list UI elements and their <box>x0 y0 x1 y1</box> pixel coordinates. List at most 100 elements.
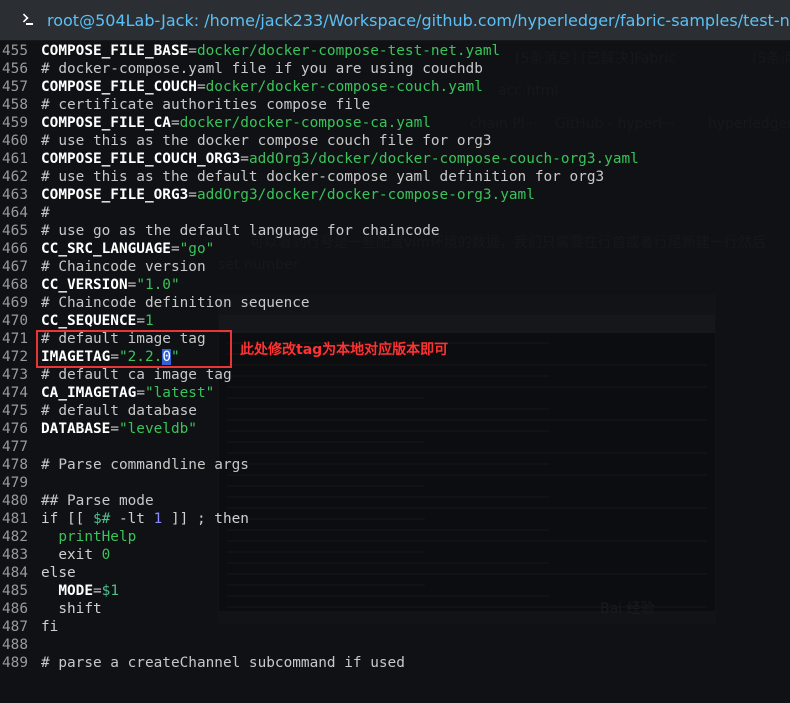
code-line[interactable]: 456 # docker-compose.yaml file if you are… <box>0 60 483 78</box>
code-line[interactable]: 481 if [[ $# -lt 1 ]] ; then <box>0 510 249 528</box>
line-number: 482 <box>2 529 28 545</box>
line-number: 480 <box>2 493 28 509</box>
code-token: = <box>110 421 119 437</box>
code-token: = <box>92 583 102 599</box>
code-token: printHelp <box>41 529 137 545</box>
code-token: # use this as the docker compose couch f… <box>41 133 492 149</box>
code-line[interactable]: 467 # Chaincode version <box>0 258 206 276</box>
code-token: fi <box>41 619 59 635</box>
code-token: $# <box>92 511 111 527</box>
code-token: COMPOSE_FILE_ORG3 <box>41 187 189 203</box>
code-line[interactable]: 482 printHelp <box>0 528 136 546</box>
code-token: "leveldb" <box>118 421 197 437</box>
code-line[interactable]: 485 MODE=$1 <box>0 582 119 600</box>
code-token: COMPOSE_FILE_COUCH_ORG3 <box>41 151 241 167</box>
code-line[interactable]: 483 exit 0 <box>0 546 110 564</box>
code-line[interactable]: 470 CC_SEQUENCE=1 <box>0 312 154 330</box>
code-token: # use go as the default language for cha… <box>41 223 440 239</box>
code-line[interactable]: 464 # <box>0 204 50 222</box>
code-line[interactable]: 477 <box>0 438 41 456</box>
line-number: 483 <box>2 547 28 563</box>
code-token: DATABASE <box>41 421 111 437</box>
code-token: if [[ <box>41 511 93 527</box>
code-token: CA_IMAGETAG <box>41 385 137 401</box>
code-token: CC_VERSION <box>41 277 128 293</box>
line-number: 467 <box>2 259 28 275</box>
line-number: 471 <box>2 331 28 347</box>
code-line[interactable]: 457 COMPOSE_FILE_COUCH=docker/docker-comp… <box>0 78 483 96</box>
code-line[interactable]: 459 COMPOSE_FILE_CA=docker/docker-compose… <box>0 114 431 132</box>
line-number: 481 <box>2 511 28 527</box>
code-token: = <box>188 187 197 203</box>
code-token: # default database <box>41 403 197 419</box>
code-token: ]] ; then <box>162 511 249 527</box>
line-number: 468 <box>2 277 28 293</box>
code-line[interactable]: 474 CA_IMAGETAG="latest" <box>0 384 214 402</box>
code-token: CC_SRC_LANGUAGE <box>41 241 171 257</box>
code-token: 1 <box>144 313 154 329</box>
line-number: 484 <box>2 565 28 581</box>
code-token: exit <box>41 547 102 563</box>
code-line[interactable]: 473 # default ca image tag <box>0 366 232 384</box>
line-number: 489 <box>2 655 28 671</box>
line-number: 487 <box>2 619 28 635</box>
code-line[interactable]: 489 # parse a createChannel subcommand if… <box>0 654 405 672</box>
editor-area[interactable]: 455 COMPOSE_FILE_BASE=docker/docker-compo… <box>0 40 790 703</box>
code-line[interactable]: 466 CC_SRC_LANGUAGE="go" <box>0 240 214 258</box>
code-token: = <box>136 313 145 329</box>
line-number: 475 <box>2 403 28 419</box>
code-token: = <box>188 43 197 59</box>
code-line[interactable]: 484 else <box>0 564 76 582</box>
code-token: "go" <box>179 241 215 257</box>
line-number: 464 <box>2 205 28 221</box>
code-line[interactable]: 468 CC_VERSION="1.0" <box>0 276 180 294</box>
code-line[interactable]: 458 # certificate authorities compose fil… <box>0 96 370 114</box>
code-line[interactable]: 455 COMPOSE_FILE_BASE=docker/docker-compo… <box>0 42 500 60</box>
line-number: 469 <box>2 295 28 311</box>
line-number: 461 <box>2 151 28 167</box>
code-line[interactable]: 475 # default database <box>0 402 197 420</box>
code-line[interactable]: 465 # use go as the default language for … <box>0 222 440 240</box>
code-token: = <box>170 241 180 257</box>
line-number: 465 <box>2 223 28 239</box>
code-token: "1.0" <box>136 277 180 293</box>
code-line[interactable]: 461 COMPOSE_FILE_COUCH_ORG3=addOrg3/docke… <box>0 150 639 168</box>
code-line[interactable]: 460 # use this as the docker compose couc… <box>0 132 492 150</box>
code-line[interactable]: 480 ## Parse mode <box>0 492 154 510</box>
code-line[interactable]: 462 # use this as the default docker-comp… <box>0 168 604 186</box>
code-token: shift <box>41 601 102 617</box>
code-token: docker/docker-compose-ca.yaml <box>179 115 431 131</box>
code-line[interactable]: 486 shift <box>0 600 102 618</box>
code-line[interactable]: 487 fi <box>0 618 58 636</box>
line-number: 455 <box>2 43 28 59</box>
code-token: # parse a createChannel subcommand if us… <box>41 655 405 671</box>
code-token: COMPOSE_FILE_CA <box>41 115 171 131</box>
code-token: = <box>170 115 180 131</box>
line-number: 473 <box>2 367 28 383</box>
code-line[interactable]: 478 # Parse commandline args <box>0 456 249 474</box>
annotation-highlight-box <box>36 330 232 368</box>
window-title: root@504Lab-Jack: /home/jack233/Workspac… <box>47 10 790 30</box>
code-token: MODE <box>41 583 93 599</box>
code-token: # certificate authorities compose file <box>41 97 371 113</box>
code-line[interactable]: 479 <box>0 474 41 492</box>
code-line[interactable]: 476 DATABASE="leveldb" <box>0 420 197 438</box>
code-token: # default ca image tag <box>41 367 232 383</box>
code-token: ## Parse mode <box>41 493 154 509</box>
line-number: 485 <box>2 583 28 599</box>
line-number: 457 <box>2 79 28 95</box>
line-number: 477 <box>2 439 28 455</box>
code-token: "latest" <box>144 385 215 401</box>
code-token: docker/docker-compose-test-net.yaml <box>196 43 501 59</box>
code-line[interactable]: 488 <box>0 636 41 654</box>
code-line[interactable]: 463 COMPOSE_FILE_ORG3=addOrg3/docker/dock… <box>0 186 535 204</box>
line-number: 459 <box>2 115 28 131</box>
line-number: 479 <box>2 475 28 491</box>
line-number: 474 <box>2 385 28 401</box>
code-token: # docker-compose.yaml file if you are us… <box>41 61 483 77</box>
line-number: 486 <box>2 601 28 617</box>
code-token: # Parse commandline args <box>41 457 249 473</box>
line-number: 462 <box>2 169 28 185</box>
code-line[interactable]: 469 # Chaincode definition sequence <box>0 294 310 312</box>
annotation-text: 此处修改tag为本地对应版本即可 <box>240 342 449 358</box>
